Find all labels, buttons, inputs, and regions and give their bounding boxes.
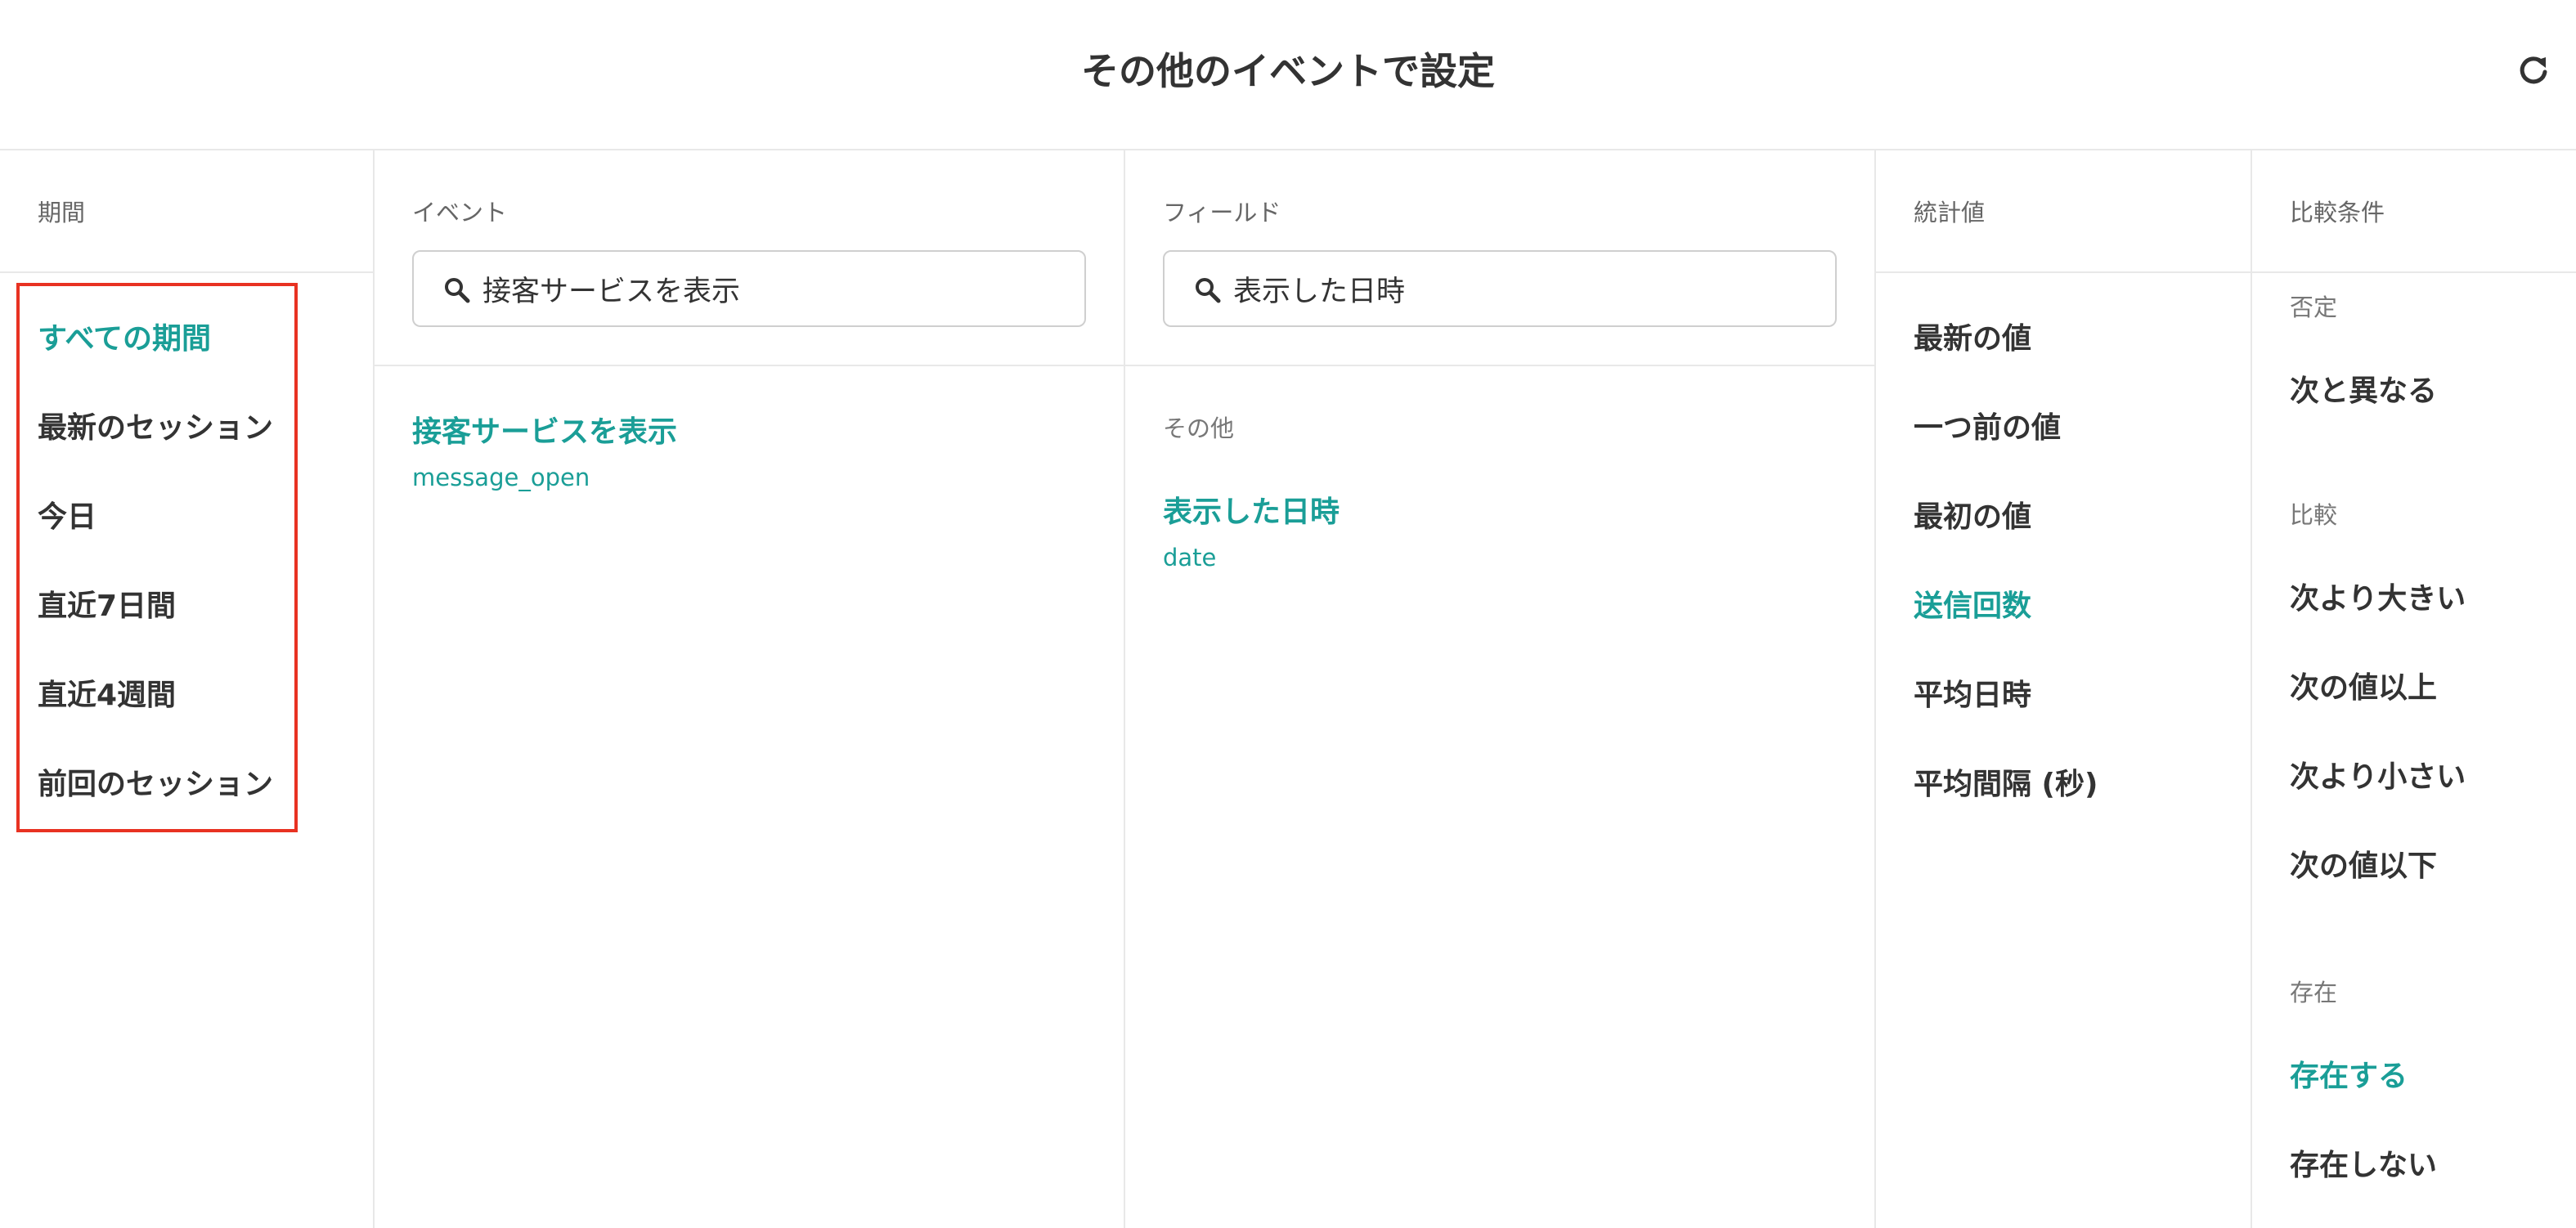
field-group-label: その他: [1163, 415, 1235, 442]
period-item-today[interactable]: 今日: [38, 497, 96, 538]
field-label: フィールド: [1163, 199, 1281, 226]
event-column: イベント 接客サービスを表示 message_open: [375, 150, 1125, 1228]
period-item-all[interactable]: すべての期間: [38, 319, 211, 360]
refresh-icon: [2520, 56, 2547, 84]
compare-group-comparison: 比較: [2290, 501, 2338, 529]
period-item-last-4-weeks[interactable]: 直近4週間: [38, 675, 176, 716]
event-search-box: [412, 250, 1086, 327]
stat-column-header: 統計値: [1876, 150, 2251, 273]
stat-item-average-interval[interactable]: 平均間隔 (秒): [1914, 764, 2098, 805]
compare-item-greater-than[interactable]: 次より大きい: [2290, 579, 2466, 620]
compare-item-exists[interactable]: 存在する: [2290, 1056, 2408, 1097]
period-item-last-7-days[interactable]: 直近7日間: [38, 586, 176, 627]
modal-header: その他のイベントで設定: [0, 0, 2576, 150]
compare-column: 比較条件 否定 次と異なる 比較 次より大きい 次の値以上 次より小さい 次の値…: [2252, 150, 2576, 1228]
event-result-title[interactable]: 接客サービスを表示: [412, 412, 677, 453]
field-result-key: date: [1163, 544, 1217, 571]
compare-column-header: 比較条件: [2252, 150, 2576, 273]
field-column: フィールド その他 表示した日時 date: [1125, 150, 1876, 1228]
period-item-previous-session[interactable]: 前回のセッション: [38, 764, 273, 805]
period-column: 期間 すべての期間 最新のセッション 今日 直近7日間 直近4週間 前回のセッシ…: [0, 150, 375, 1228]
period-label: 期間: [38, 199, 86, 226]
field-search-input[interactable]: [1233, 265, 1806, 312]
stat-column: 統計値 最新の値 一つ前の値 最初の値 送信回数 平均日時 平均間隔 (秒): [1876, 150, 2252, 1228]
field-result-title[interactable]: 表示した日時: [1163, 492, 1340, 533]
compare-item-greater-or-equal[interactable]: 次の値以上: [2290, 668, 2437, 709]
stat-item-send-count[interactable]: 送信回数: [1914, 586, 2031, 627]
page-title: その他のイベントで設定: [1081, 49, 1495, 93]
compare-group-negation: 否定: [2290, 294, 2338, 321]
stat-item-previous[interactable]: 一つ前の値: [1914, 408, 2061, 449]
event-search-input[interactable]: [482, 265, 1055, 312]
compare-item-less-than[interactable]: 次より小さい: [2290, 757, 2466, 798]
period-column-header: 期間: [0, 150, 373, 273]
period-item-latest-session[interactable]: 最新のセッション: [38, 408, 273, 449]
event-result-key: message_open: [412, 464, 590, 491]
search-icon: [1196, 278, 1221, 303]
stat-label: 統計値: [1914, 199, 1986, 226]
stat-item-average-date[interactable]: 平均日時: [1914, 675, 2031, 716]
stat-item-first[interactable]: 最初の値: [1914, 497, 2031, 538]
stat-item-latest[interactable]: 最新の値: [1914, 319, 2031, 360]
search-icon: [445, 278, 470, 303]
compare-item-less-or-equal[interactable]: 次の値以下: [2290, 846, 2437, 887]
compare-item-not-exists[interactable]: 存在しない: [2290, 1145, 2437, 1186]
field-column-header: フィールド: [1125, 150, 1874, 366]
refresh-button[interactable]: [2515, 52, 2551, 88]
compare-group-existence: 存在: [2290, 979, 2338, 1006]
event-column-header: イベント: [375, 150, 1124, 366]
compare-label: 比較条件: [2290, 199, 2385, 226]
event-label: イベント: [412, 199, 508, 226]
compare-item-not-equal[interactable]: 次と異なる: [2290, 371, 2437, 412]
field-search-box: [1163, 250, 1837, 327]
